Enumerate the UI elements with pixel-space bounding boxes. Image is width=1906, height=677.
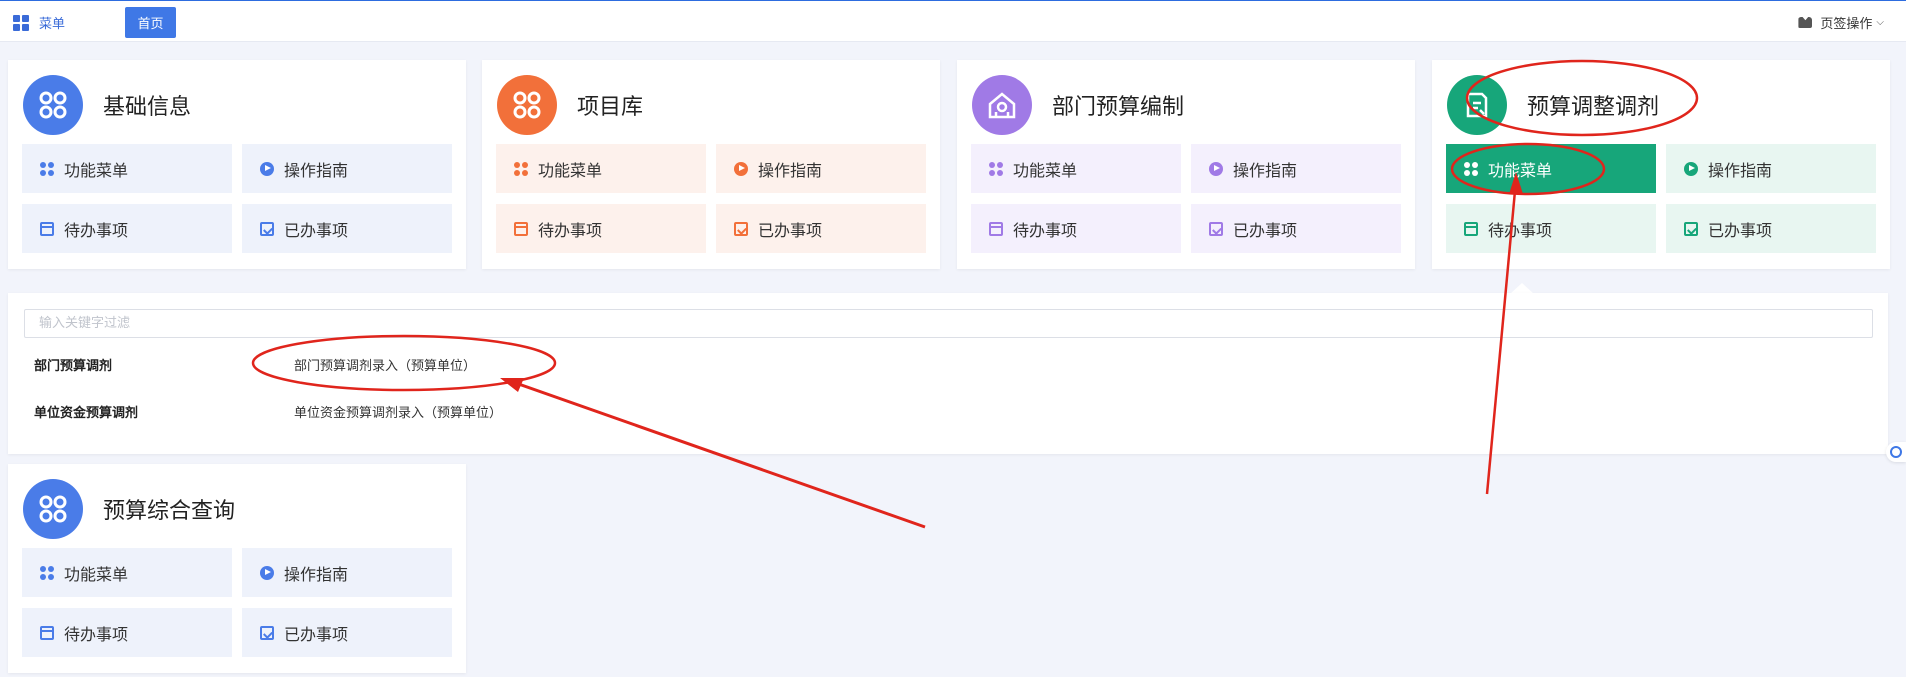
calendar-icon bbox=[1464, 221, 1478, 236]
play-icon bbox=[1209, 161, 1223, 176]
apps-icon bbox=[497, 75, 557, 135]
calendar-check-icon bbox=[734, 221, 748, 236]
tile-label: 操作指南 bbox=[1233, 160, 1298, 180]
card-title: 基础信息 bbox=[103, 95, 192, 120]
function-menu-tile[interactable]: 功能菜单 bbox=[1446, 144, 1656, 193]
group-label-dept-adjust: 部门预算调剂 bbox=[34, 359, 113, 374]
calendar-check-icon bbox=[260, 625, 274, 640]
tile-label: 已办事项 bbox=[284, 624, 349, 644]
tile-label: 已办事项 bbox=[284, 220, 349, 240]
todo-tile[interactable]: 待办事项 bbox=[971, 204, 1181, 253]
four-dots-icon bbox=[40, 565, 54, 580]
tile-label: 待办事项 bbox=[64, 624, 129, 644]
card-header[interactable]: 基础信息 bbox=[23, 75, 191, 135]
tile-label: 功能菜单 bbox=[1013, 160, 1078, 180]
done-tile[interactable]: 已办事项 bbox=[1191, 204, 1401, 253]
tile-label: 操作指南 bbox=[284, 160, 349, 180]
tile-label: 已办事项 bbox=[1708, 220, 1773, 240]
todo-tile[interactable]: 待办事项 bbox=[1446, 204, 1656, 253]
calendar-icon bbox=[989, 221, 1003, 236]
done-tile[interactable]: 已办事项 bbox=[242, 608, 452, 657]
shirt-icon bbox=[1798, 17, 1812, 28]
menu-label: 菜单 bbox=[39, 17, 66, 32]
todo-tile[interactable]: 待办事项 bbox=[22, 204, 232, 253]
calendar-icon bbox=[514, 221, 528, 236]
todo-tile[interactable]: 待办事项 bbox=[496, 204, 706, 253]
guide-tile[interactable]: 操作指南 bbox=[242, 144, 452, 193]
module-card-3: 预算调整调剂功能菜单 操作指南待办事项 已办事项 bbox=[1432, 60, 1890, 269]
tile-label: 功能菜单 bbox=[64, 160, 129, 180]
play-icon bbox=[260, 565, 274, 580]
tile-label: 操作指南 bbox=[1708, 160, 1773, 180]
tile-label: 功能菜单 bbox=[538, 160, 603, 180]
link-dept-adjust-entry[interactable]: 部门预算调剂录入（预算单位） bbox=[294, 355, 476, 374]
function-menu-tile[interactable]: 功能菜单 bbox=[22, 548, 232, 597]
tile-label: 待办事项 bbox=[64, 220, 129, 240]
guide-tile[interactable]: 操作指南 bbox=[1666, 144, 1876, 193]
card-header[interactable]: 部门预算编制 bbox=[972, 75, 1184, 135]
play-icon bbox=[1684, 161, 1698, 176]
top-bar: 菜单 首页 页签操作 ⌵ bbox=[0, 0, 1906, 42]
grid-menu-icon bbox=[13, 14, 29, 31]
tile-label: 操作指南 bbox=[284, 564, 349, 584]
four-dots-icon bbox=[1464, 161, 1478, 176]
guide-tile[interactable]: 操作指南 bbox=[716, 144, 926, 193]
done-tile[interactable]: 已办事项 bbox=[716, 204, 926, 253]
done-tile[interactable]: 已办事项 bbox=[1666, 204, 1876, 253]
play-icon bbox=[734, 161, 748, 176]
group-label-unit-fund-adjust: 单位资金预算调剂 bbox=[34, 406, 139, 421]
tile-label: 已办事项 bbox=[1233, 220, 1298, 240]
calendar-check-icon bbox=[260, 221, 274, 236]
calendar-check-icon bbox=[1209, 221, 1223, 236]
tab-home[interactable]: 首页 bbox=[125, 7, 176, 38]
card-title: 项目库 bbox=[577, 95, 644, 120]
module-card-4: 预算综合查询功能菜单 操作指南待办事项 已办事项 bbox=[8, 464, 466, 673]
tile-label: 操作指南 bbox=[758, 160, 823, 180]
tile-label: 功能菜单 bbox=[64, 564, 129, 584]
keyword-filter-input[interactable] bbox=[24, 309, 1873, 338]
page-ops-label: 页签操作 bbox=[1820, 17, 1873, 32]
function-menu-panel: 部门预算调剂 部门预算调剂录入（预算单位） 单位资金预算调剂 单位资金预算调剂录… bbox=[8, 293, 1888, 454]
function-menu-tile[interactable]: 功能菜单 bbox=[971, 144, 1181, 193]
module-card-2: 部门预算编制功能菜单 操作指南待办事项 已办事项 bbox=[957, 60, 1415, 269]
budget-house-icon bbox=[972, 75, 1032, 135]
four-dots-icon bbox=[40, 161, 54, 176]
tile-label: 已办事项 bbox=[758, 220, 823, 240]
card-header[interactable]: 预算综合查询 bbox=[23, 479, 235, 539]
guide-tile[interactable]: 操作指南 bbox=[1191, 144, 1401, 193]
function-menu-tile[interactable]: 功能菜单 bbox=[22, 144, 232, 193]
apps-icon bbox=[23, 75, 83, 135]
menu-button[interactable]: 菜单 bbox=[13, 13, 65, 32]
card-header[interactable]: 项目库 bbox=[497, 75, 643, 135]
tile-label: 功能菜单 bbox=[1488, 160, 1553, 180]
calendar-icon bbox=[40, 221, 54, 236]
four-dots-icon bbox=[989, 161, 1003, 176]
tile-label: 待办事项 bbox=[1488, 220, 1553, 240]
settings-gear-icon[interactable] bbox=[1886, 442, 1906, 462]
apps-icon bbox=[23, 479, 83, 539]
calendar-icon bbox=[40, 625, 54, 640]
module-card-0: 基础信息功能菜单 操作指南待办事项 已办事项 bbox=[8, 60, 466, 269]
card-title: 预算调整调剂 bbox=[1527, 95, 1660, 120]
tile-label: 待办事项 bbox=[1013, 220, 1078, 240]
chevron-down-icon: ⌵ bbox=[1876, 17, 1884, 28]
tile-label: 待办事项 bbox=[538, 220, 603, 240]
calendar-check-icon bbox=[1684, 221, 1698, 236]
todo-tile[interactable]: 待办事项 bbox=[22, 608, 232, 657]
guide-tile[interactable]: 操作指南 bbox=[242, 548, 452, 597]
card-header[interactable]: 预算调整调剂 bbox=[1447, 75, 1659, 135]
budget-adjust-icon bbox=[1447, 75, 1507, 135]
card-title: 预算综合查询 bbox=[103, 499, 236, 524]
done-tile[interactable]: 已办事项 bbox=[242, 204, 452, 253]
four-dots-icon bbox=[514, 161, 528, 176]
function-menu-tile[interactable]: 功能菜单 bbox=[496, 144, 706, 193]
play-icon bbox=[260, 161, 274, 176]
module-card-1: 项目库功能菜单 操作指南待办事项 已办事项 bbox=[482, 60, 940, 269]
page-ops-dropdown[interactable]: 页签操作 ⌵ bbox=[1798, 13, 1884, 32]
card-title: 部门预算编制 bbox=[1052, 95, 1185, 120]
link-unit-fund-adjust-entry[interactable]: 单位资金预算调剂录入（预算单位） bbox=[294, 402, 502, 421]
